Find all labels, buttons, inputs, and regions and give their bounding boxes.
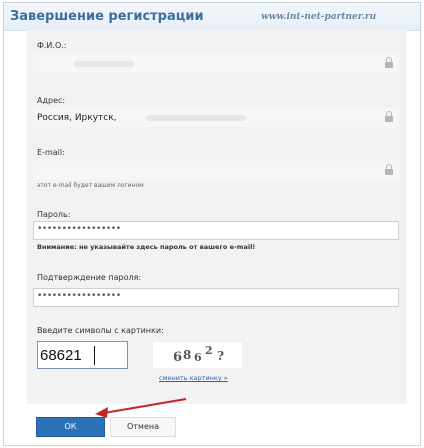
annotation-arrow bbox=[95, 398, 187, 418]
arrow-shaft bbox=[103, 398, 187, 414]
arrow-head bbox=[95, 407, 108, 418]
